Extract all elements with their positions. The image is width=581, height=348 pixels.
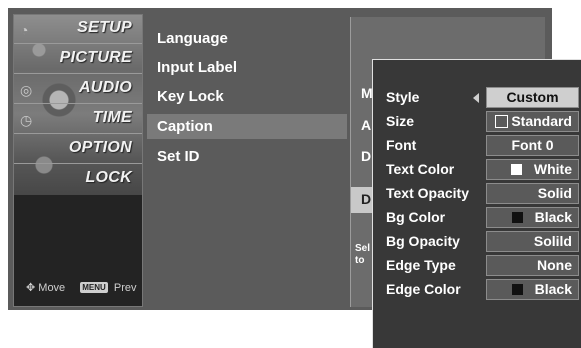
text-opacity-value[interactable]: Solid: [486, 183, 579, 204]
category-label: TIME: [92, 109, 132, 126]
bg-color-value[interactable]: Black: [486, 207, 579, 228]
edge-color-value-text: Black: [534, 281, 572, 297]
category-picture[interactable]: PICTURE: [14, 45, 142, 74]
category-setup[interactable]: ◔ SETUP: [14, 15, 142, 44]
row-bg-opacity[interactable]: Bg Opacity Solild: [373, 230, 581, 254]
row-style[interactable]: Style Custom: [373, 86, 581, 110]
option-caption[interactable]: Caption: [147, 114, 347, 139]
satellite-dish-icon: ◔: [20, 22, 29, 38]
caption-item-mode[interactable]: M: [361, 85, 373, 101]
clock-icon: ◷: [20, 112, 33, 128]
row-text-color[interactable]: Text Color White: [373, 158, 581, 182]
category-label: LOCK: [85, 169, 132, 186]
menu-key-icon: MENU: [80, 282, 108, 293]
arrow-left-icon[interactable]: [473, 93, 479, 103]
caption-item-analog[interactable]: A: [361, 117, 371, 133]
category-label: PICTURE: [59, 49, 132, 66]
speaker-icon: ◎: [20, 82, 33, 98]
size-value[interactable]: Standard: [486, 111, 579, 132]
caption-item-digital-option[interactable]: D: [361, 191, 371, 207]
row-bg-color[interactable]: Bg Color Black: [373, 206, 581, 230]
row-label: Style: [386, 89, 420, 105]
row-label: Bg Color: [386, 209, 446, 225]
row-label: Bg Opacity: [386, 233, 460, 249]
font-value[interactable]: Font 0: [486, 135, 579, 156]
row-edge-color[interactable]: Edge Color Black: [373, 278, 581, 302]
category-label: SETUP: [77, 19, 132, 36]
style-value[interactable]: Custom: [486, 87, 579, 108]
nav-hint: ✥ Move MENU Prev: [26, 281, 137, 295]
option-language[interactable]: Language: [147, 26, 347, 51]
text-color-value-text: White: [533, 161, 572, 177]
option-key-lock[interactable]: Key Lock: [147, 84, 347, 109]
edge-type-value[interactable]: None: [486, 255, 579, 276]
bg-opacity-value[interactable]: Solild: [486, 231, 579, 252]
category-audio[interactable]: ◎ AUDIO: [14, 75, 142, 104]
row-label: Text Color: [386, 161, 455, 177]
row-label: Edge Type: [386, 257, 456, 273]
row-text-opacity[interactable]: Text Opacity Solid: [373, 182, 581, 206]
category-lock[interactable]: LOCK: [14, 165, 142, 194]
row-label: Size: [386, 113, 415, 129]
bg-color-value-text: Black: [534, 209, 572, 225]
option-set-id[interactable]: Set ID: [147, 144, 347, 169]
row-label: Text Opacity: [386, 185, 469, 201]
row-label: Font: [386, 137, 417, 153]
prev-label: Prev: [113, 281, 137, 294]
option-input-label[interactable]: Input Label: [147, 55, 347, 80]
row-edge-type[interactable]: Edge Type None: [373, 254, 581, 278]
category-label: OPTION: [68, 139, 132, 156]
move-label: Move: [38, 281, 66, 294]
white-swatch-icon: [510, 163, 522, 175]
category-label: AUDIO: [78, 79, 132, 96]
text-color-value[interactable]: White: [486, 159, 579, 180]
row-label: Edge Color: [386, 281, 461, 297]
caption-style-popup: Style Custom Size Standard Font Font 0 T…: [372, 59, 581, 348]
move-icon: ✥: [26, 282, 36, 294]
black-swatch-icon: [511, 211, 523, 223]
category-panel: ◔ SETUP PICTURE ◎ AUDIO ◷ TIME OPTION LO…: [13, 14, 143, 307]
edge-color-value[interactable]: Black: [486, 279, 579, 300]
row-font[interactable]: Font Font 0: [373, 134, 581, 158]
category-option[interactable]: OPTION: [14, 135, 142, 164]
checkbox-icon: [495, 114, 509, 128]
category-time[interactable]: ◷ TIME: [14, 105, 142, 134]
size-value-text: Standard: [511, 113, 572, 129]
row-size[interactable]: Size Standard: [373, 110, 581, 134]
black-swatch-icon: [511, 283, 523, 295]
caption-item-digital[interactable]: D: [361, 148, 371, 164]
